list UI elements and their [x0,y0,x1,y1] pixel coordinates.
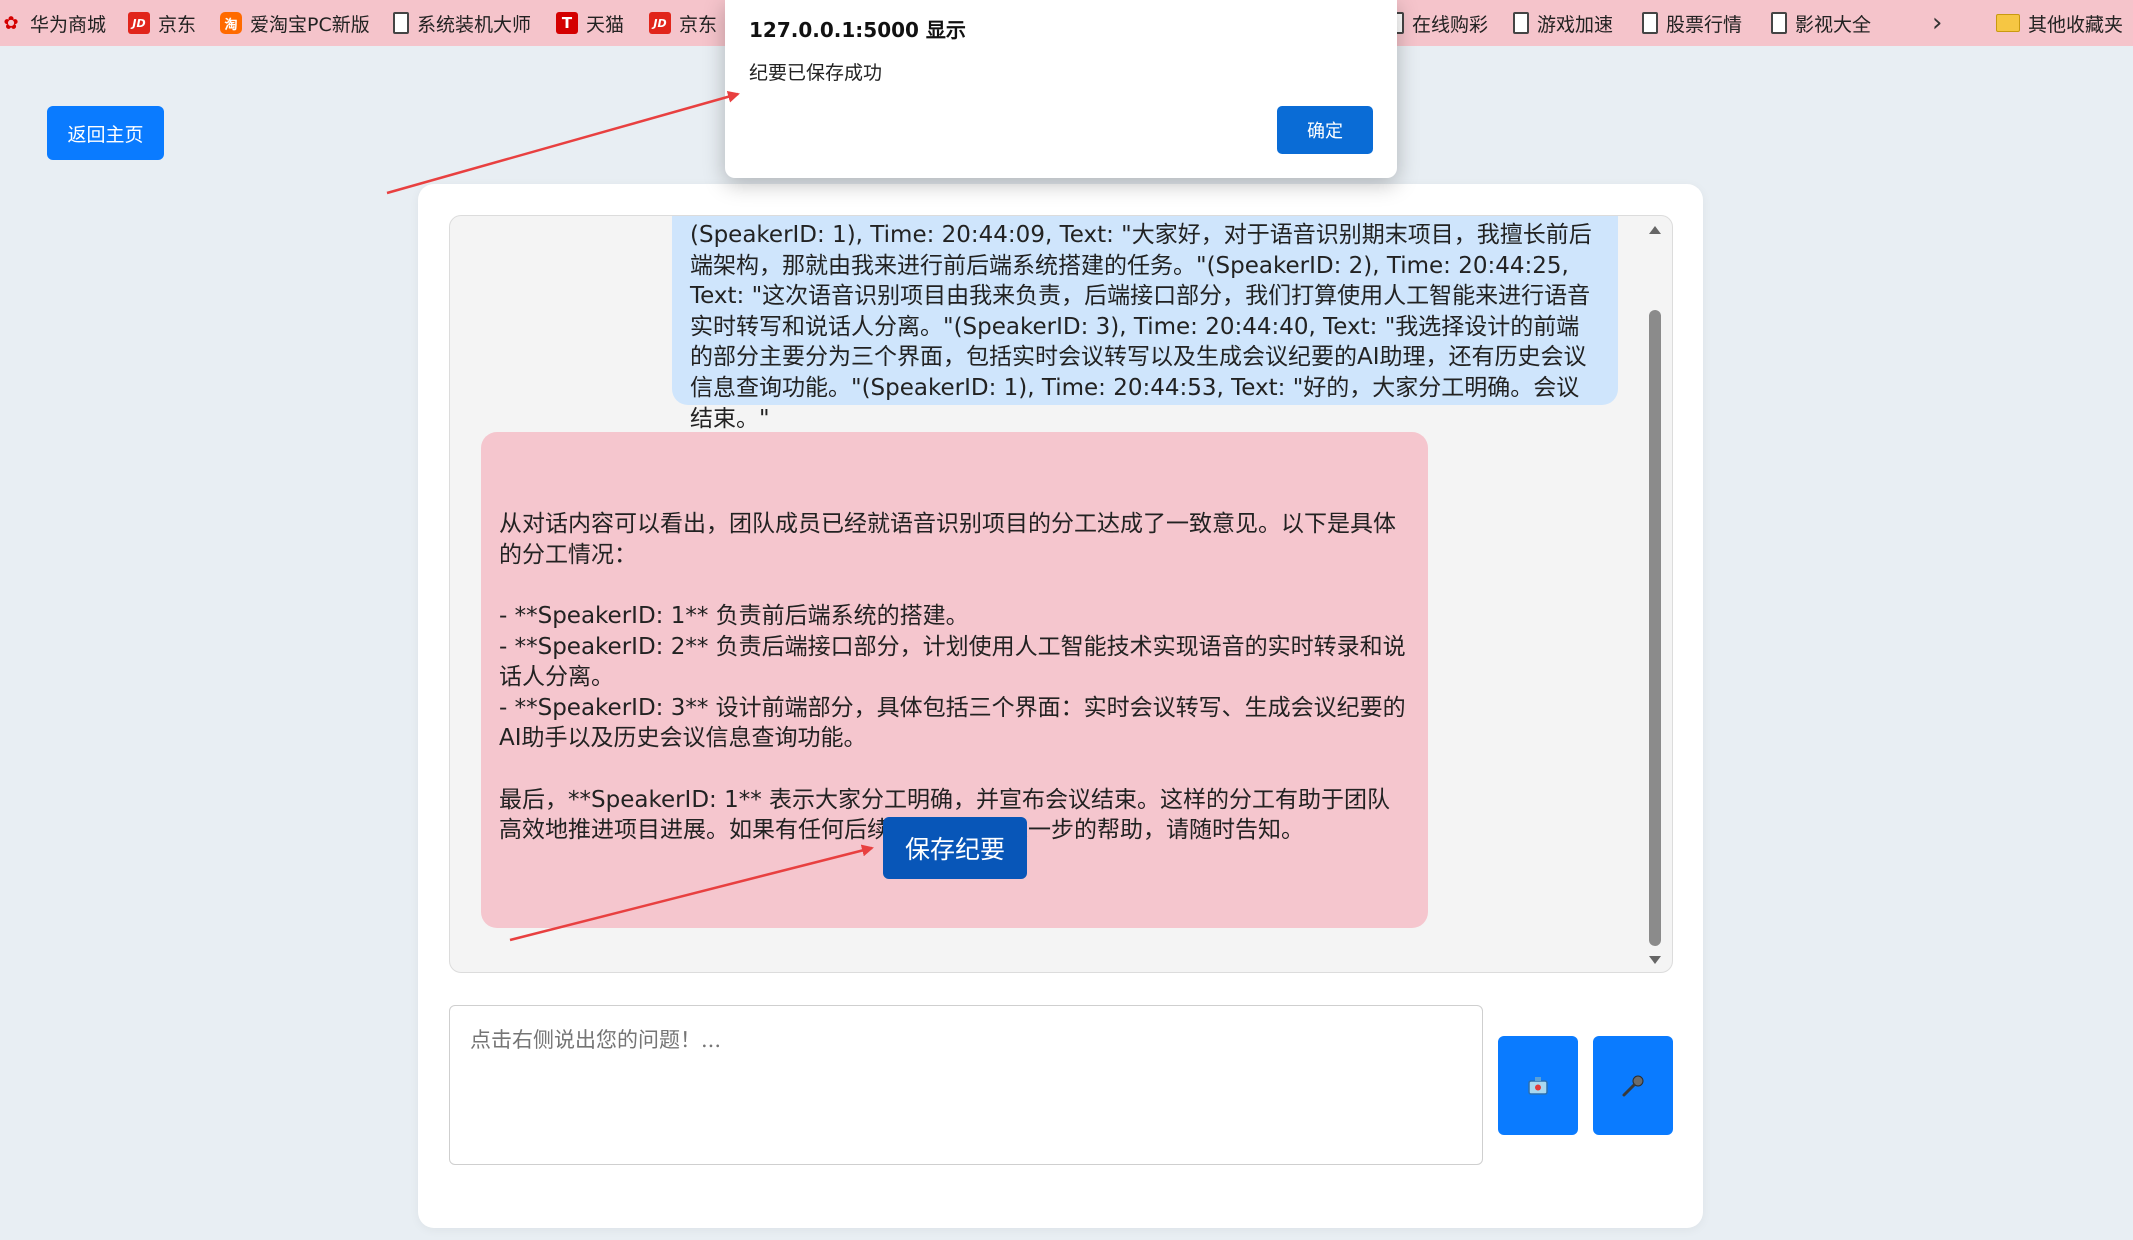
bookmark-label: 其他收藏夹 [2028,13,2124,36]
bookmark-video[interactable]: 影视大全 [1771,0,1871,46]
user-message: (SpeakerID: 1), Time: 20:44:09, Text: "大… [672,216,1618,432]
bookmark-label: 股票行情 [1666,13,1743,36]
save-summary-button[interactable]: 保存纪要 [883,817,1027,879]
bookmarks-more[interactable]: › [1932,0,1942,46]
chat-scrollbar[interactable] [1648,226,1662,964]
bookmark-label: 京东 [679,13,718,36]
bookmark-label: 系统装机大师 [417,13,532,36]
record-button[interactable] [1498,1036,1578,1135]
page-icon [1513,12,1529,34]
bookmark-huawei[interactable]: ✿ 华为商城 [0,0,106,46]
bookmark-jd[interactable]: JD 京东 [128,0,196,46]
folder-icon [1996,14,2020,32]
scroll-up-arrow[interactable] [1649,226,1661,234]
home-button[interactable]: 返回主页 [47,106,164,160]
bookmark-label: 京东 [158,13,197,36]
taobao-icon: 淘 [220,12,242,34]
bookmark-label: 游戏加速 [1537,13,1614,36]
page-icon [1771,12,1787,34]
scroll-thumb[interactable] [1649,310,1661,946]
bookmark-game[interactable]: 游戏加速 [1513,0,1613,46]
bookmark-other-folder[interactable]: 其他收藏夹 [1996,0,2123,46]
page-icon [1642,12,1658,34]
chat-card: (SpeakerID: 1), Time: 20:44:09, Text: "大… [418,184,1703,1228]
scroll-down-arrow[interactable] [1649,956,1661,964]
ai-message-text: 从对话内容可以看出，团队成员已经就语音识别项目的分工达成了一致意见。以下是具体的… [499,511,1406,844]
microphone-icon [1622,1075,1644,1096]
page-icon [393,12,409,34]
huawei-icon: ✿ [3,12,19,34]
chat-history[interactable]: (SpeakerID: 1), Time: 20:44:09, Text: "大… [449,215,1673,973]
recorder-icon [1528,1076,1548,1095]
bookmark-taobao[interactable]: 淘 爱淘宝PC新版 [220,0,370,46]
dialog-message: 纪要已保存成功 [749,62,883,84]
question-input[interactable] [449,1005,1483,1165]
bookmark-label: 天猫 [586,13,625,36]
jd-icon: JD [128,12,150,34]
jd-icon: JD [649,12,671,34]
chevron-right-icon: › [1932,8,1943,38]
microphone-button[interactable] [1593,1036,1673,1135]
bookmark-label: 影视大全 [1795,13,1872,36]
bookmark-jd-2[interactable]: JD 京东 [649,0,717,46]
ai-message: 从对话内容可以看出，团队成员已经就语音识别项目的分工达成了一致意见。以下是具体的… [481,432,1428,928]
bookmark-label: 华为商城 [30,13,107,36]
tmall-icon: T [556,12,578,34]
arrow-to-dialog [386,90,740,195]
dialog-ok-button[interactable]: 确定 [1277,106,1373,154]
bookmark-label: 在线购彩 [1412,13,1489,36]
dialog-title: 127.0.0.1:5000 显示 [749,18,966,42]
bookmark-system[interactable]: 系统装机大师 [393,0,531,46]
bookmark-lottery[interactable]: 在线购彩 [1388,0,1488,46]
alert-dialog: 127.0.0.1:5000 显示 纪要已保存成功 确定 [725,0,1397,178]
bookmark-label: 爱淘宝PC新版 [250,13,370,36]
bookmark-tmall[interactable]: T 天猫 [556,0,624,46]
bookmark-stock[interactable]: 股票行情 [1642,0,1742,46]
